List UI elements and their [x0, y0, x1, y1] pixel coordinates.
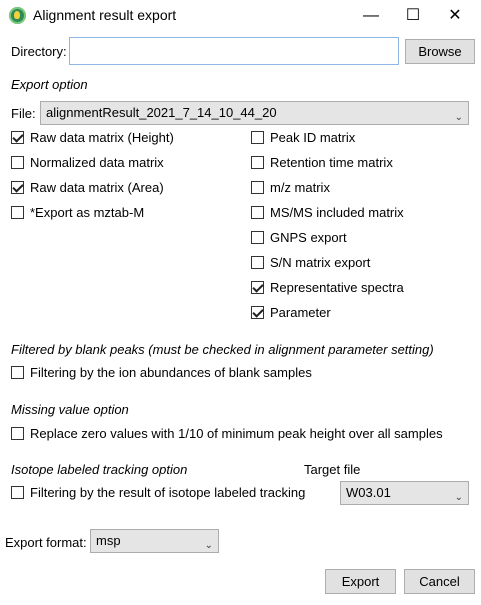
checkbox[interactable]: [251, 281, 264, 294]
export-button[interactable]: Export: [325, 569, 396, 594]
browse-button[interactable]: Browse: [405, 39, 475, 64]
export-format-select[interactable]: msp ⌄: [90, 529, 219, 553]
title-bar: Alignment result export — ☐ ✕: [0, 0, 481, 32]
checkbox[interactable]: [11, 486, 24, 499]
target-file-select[interactable]: W03.01 ⌄: [340, 481, 469, 505]
checkbox[interactable]: [251, 231, 264, 244]
checkbox-label: Filtering by the ion abundances of blank…: [30, 365, 312, 380]
file-select[interactable]: alignmentResult_2021_7_14_10_44_20 ⌄: [40, 101, 469, 125]
maximize-button[interactable]: ☐: [390, 0, 436, 32]
checkbox-label: Retention time matrix: [270, 155, 393, 170]
checkbox-label: Filtering by the result of isotope label…: [30, 485, 306, 500]
directory-label: Directory:: [11, 44, 67, 59]
export-option-heading: Export option: [11, 77, 88, 92]
checkbox-label: Normalized data matrix: [30, 155, 164, 170]
checkbox[interactable]: [11, 366, 24, 379]
checkbox-label: S/N matrix export: [270, 255, 371, 270]
minimize-button[interactable]: —: [348, 0, 394, 32]
checkbox-label: Raw data matrix (Area): [30, 180, 164, 195]
checkbox-label: Parameter: [270, 305, 331, 320]
checkbox[interactable]: [251, 206, 264, 219]
chevron-down-icon: ⌄: [204, 540, 213, 551]
checkbox-label: Raw data matrix (Height): [30, 130, 174, 145]
file-label: File:: [11, 106, 36, 121]
file-select-value: alignmentResult_2021_7_14_10_44_20: [46, 105, 277, 120]
target-file-label: Target file: [304, 462, 361, 477]
export-format-value: msp: [96, 533, 121, 548]
checkbox[interactable]: [11, 427, 24, 440]
checkbox-label: MS/MS included matrix: [270, 205, 404, 220]
checkbox[interactable]: [251, 306, 264, 319]
close-button[interactable]: ✕: [432, 0, 478, 32]
chevron-down-icon: ⌄: [454, 492, 463, 503]
isotope-heading: Isotope labeled tracking option: [11, 462, 188, 477]
window-title: Alignment result export: [33, 7, 177, 23]
checkbox-label: *Export as mztab-M: [30, 205, 145, 220]
checkbox-label: m/z matrix: [270, 180, 330, 195]
checkbox[interactable]: [11, 181, 24, 194]
checkbox-label: Replace zero values with 1/10 of minimum…: [30, 426, 443, 441]
checkbox[interactable]: [251, 131, 264, 144]
chevron-down-icon: ⌄: [454, 112, 463, 123]
minimize-icon: —: [363, 7, 379, 24]
close-icon: ✕: [448, 7, 462, 24]
maximize-icon: ☐: [405, 7, 421, 24]
export-format-label: Export format:: [5, 535, 87, 550]
missing-value-heading: Missing value option: [11, 402, 129, 417]
directory-input[interactable]: [69, 37, 399, 65]
checkbox[interactable]: [11, 131, 24, 144]
checkbox[interactable]: [251, 156, 264, 169]
checkbox[interactable]: [251, 256, 264, 269]
app-icon: [9, 7, 26, 24]
checkbox-label: Representative spectra: [270, 280, 404, 295]
checkbox[interactable]: [11, 156, 24, 169]
checkbox-label: Peak ID matrix: [270, 130, 356, 145]
checkbox-label: GNPS export: [270, 230, 347, 245]
blank-filter-heading: Filtered by blank peaks (must be checked…: [11, 342, 434, 357]
checkbox[interactable]: [251, 181, 264, 194]
checkbox[interactable]: [11, 206, 24, 219]
target-file-value: W03.01: [346, 485, 391, 500]
cancel-button[interactable]: Cancel: [404, 569, 475, 594]
